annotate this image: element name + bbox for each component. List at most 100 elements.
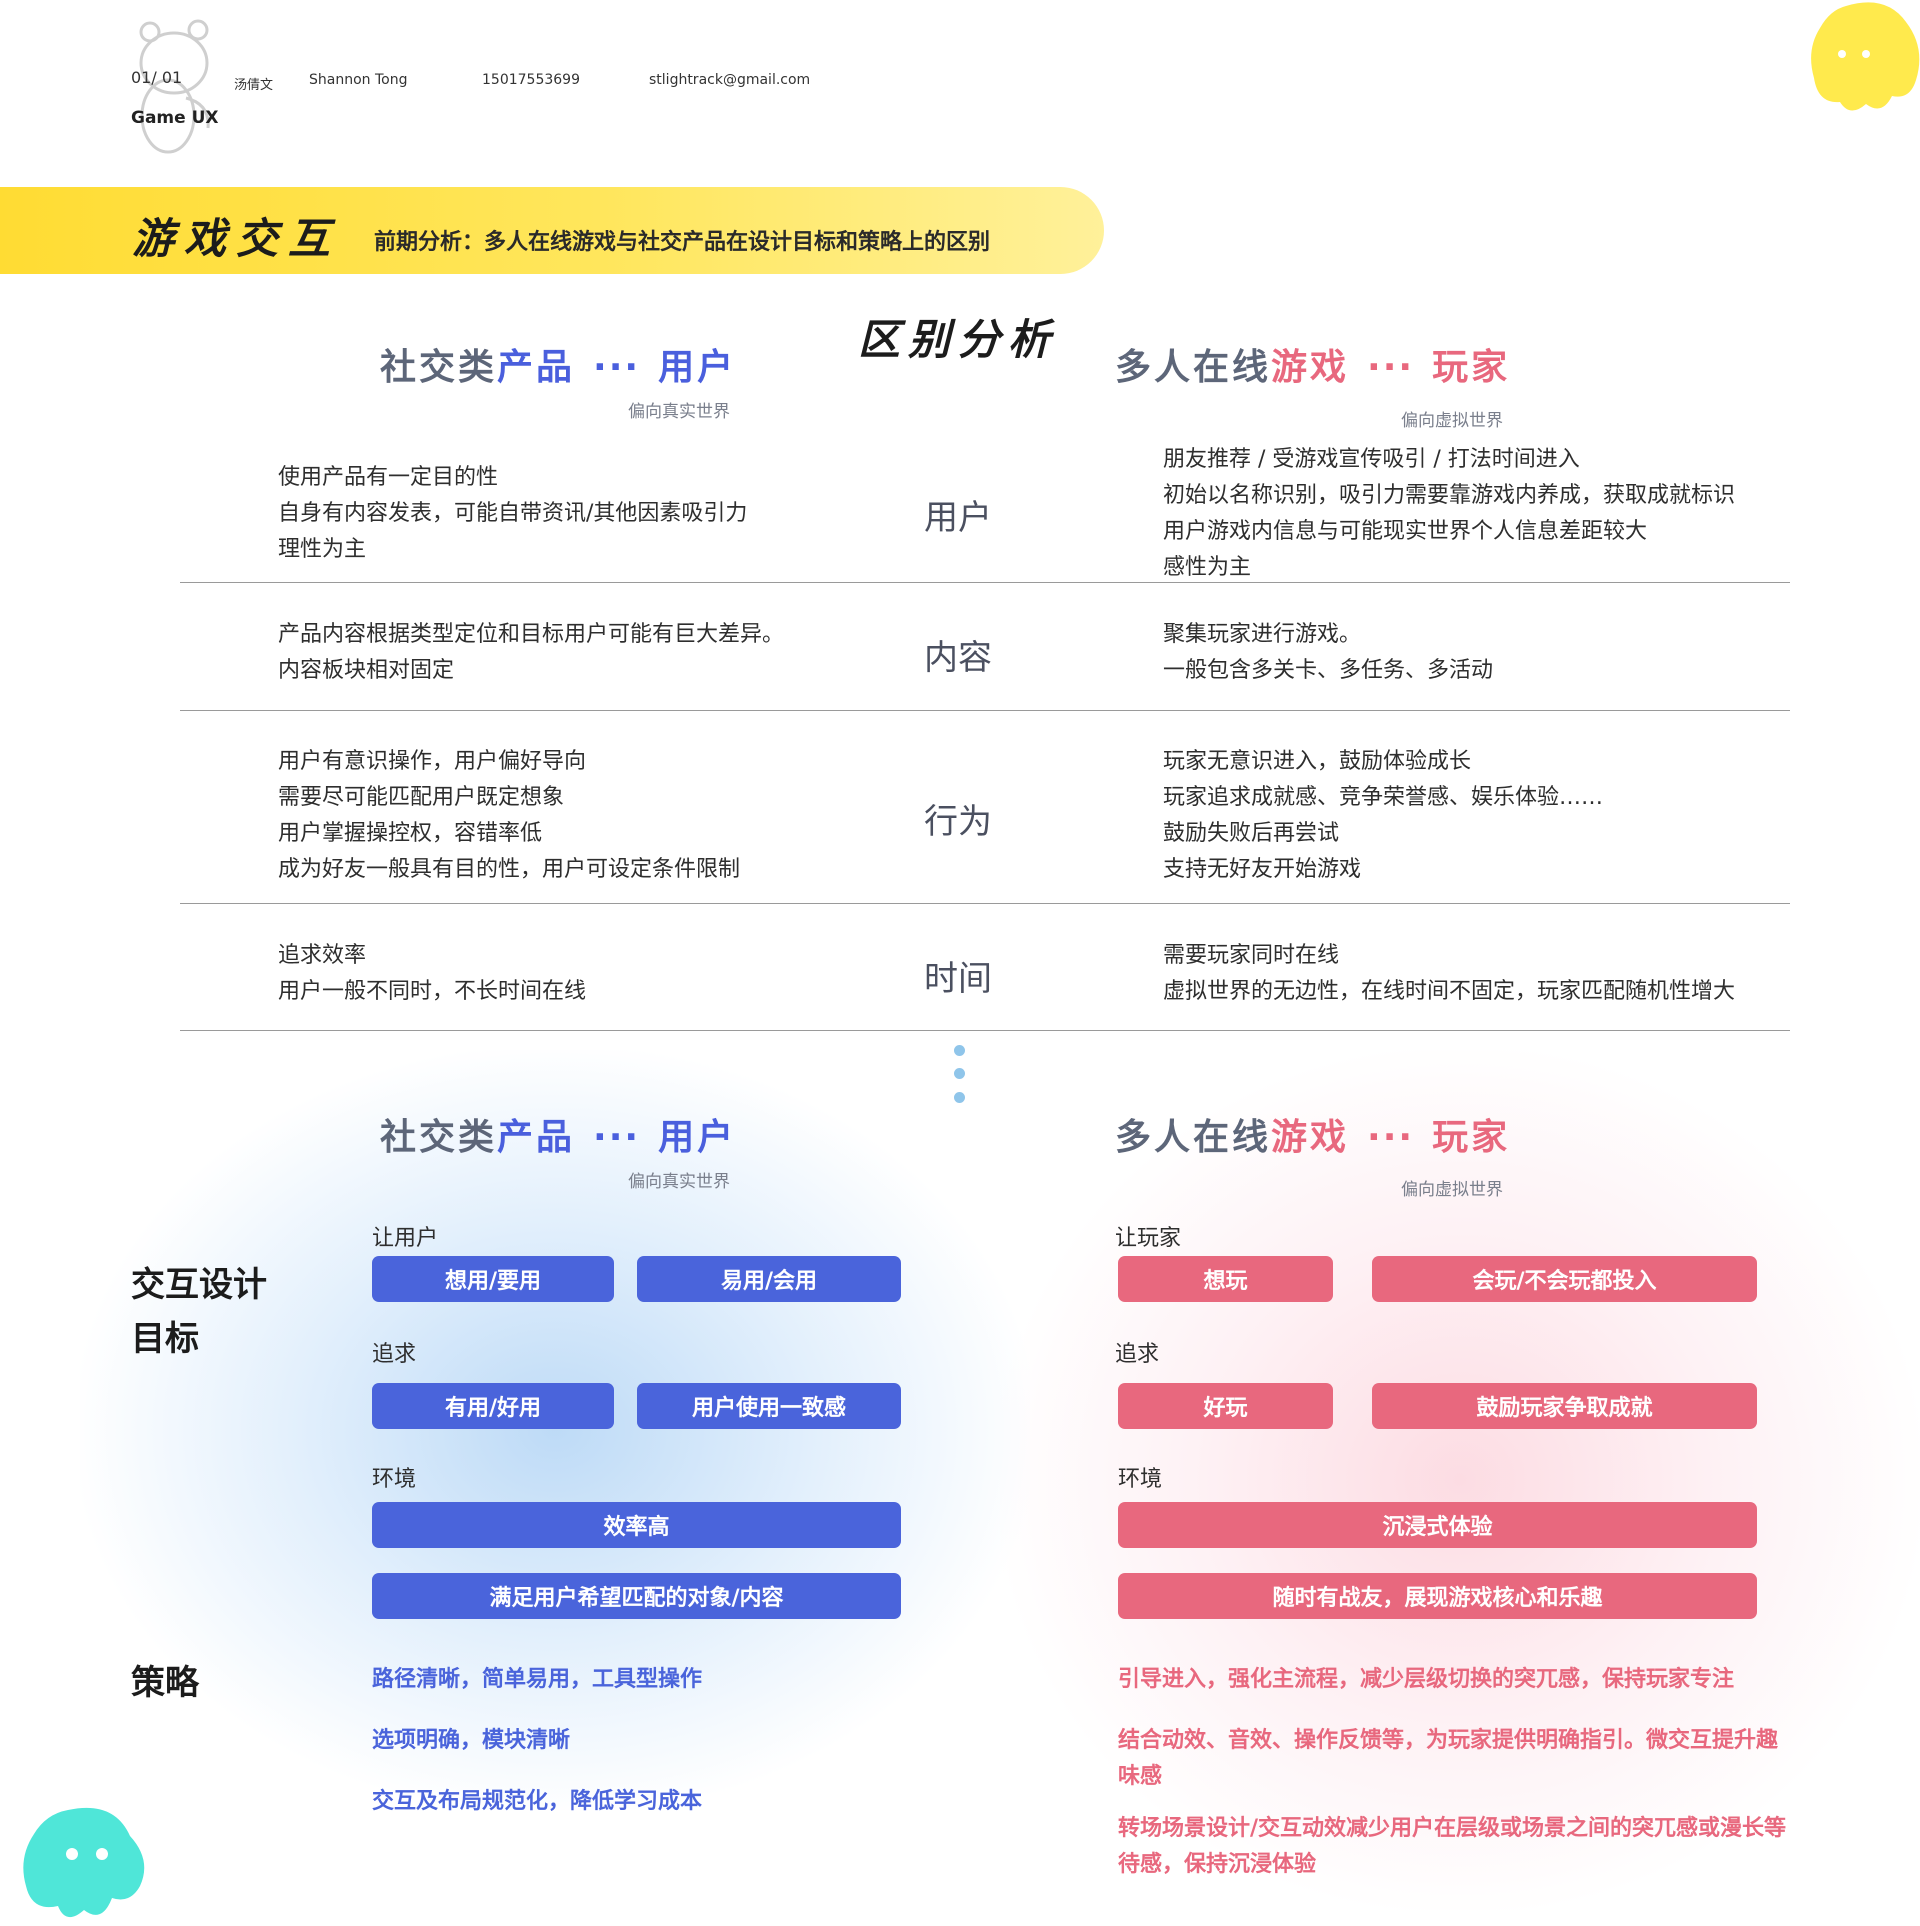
category-label: Game UX (131, 108, 219, 128)
left-column-heading-2: 社交类产品 ··· 用户 (380, 1108, 736, 1160)
text-line: 需要玩家同时在线 (1163, 943, 1340, 968)
goal-pill: 有用/好用 (372, 1383, 614, 1429)
row-divider (180, 1030, 1790, 1031)
text-line: 支持无好友开始游戏 (1163, 857, 1362, 882)
row-behavior-left: 用户有意识操作，用户偏好导向 需要尽可能匹配用户既定想象 用户掌握操控权，容错率… (278, 744, 740, 888)
left-env-label: 环境 (372, 1467, 417, 1492)
right-head-dots: ··· (1367, 1117, 1415, 1158)
left-head-b: 产品 (497, 347, 576, 388)
goal-pill: 鼓励玩家争取成就 (1372, 1383, 1757, 1429)
text-line: 用户一般不同时，不长时间在线 (278, 979, 587, 1004)
row-behavior-right: 玩家无意识进入，鼓励体验成长 玩家追求成就感、竞争荣誉感、娱乐体验…… 鼓励失败… (1163, 744, 1603, 888)
design-goals-label: 交互设计 目标 (131, 1258, 267, 1366)
right-column-heading-2: 多人在线游戏 ··· 玩家 (1115, 1108, 1510, 1160)
text-line: 朋友推荐 / 受游戏宣传吸引 / 打法时间进入 (1163, 447, 1580, 472)
row-content-right: 聚集玩家进行游戏。 一般包含多关卡、多任务、多活动 (1163, 617, 1493, 689)
left-column-subtitle: 偏向真实世界 (628, 402, 730, 422)
text-line: 玩家追求成就感、竞争荣誉感、娱乐体验…… (1163, 785, 1604, 810)
left-head-c: 用户 (658, 1117, 737, 1158)
text-line: 成为好友一般具有目的性，用户可设定条件限制 (278, 857, 741, 882)
text-line: 理性为主 (278, 537, 367, 562)
row-label-content: 内容 (924, 638, 992, 678)
bear-logo-icon (139, 19, 210, 154)
strategy-item: 结合动效、音效、操作反馈等，为玩家提供明确指引。微交互提升趣味感 (1118, 1728, 1779, 1789)
strategy-item: 路径清晰，简单易用，工具型操作 (372, 1667, 703, 1692)
text-line: 玩家无意识进入，鼓励体验成长 (1163, 749, 1472, 774)
right-let-label: 让玩家 (1115, 1226, 1182, 1251)
goal-pill: 易用/会用 (637, 1256, 901, 1302)
text-line: 需要尽可能匹配用户既定想象 (278, 785, 565, 810)
row-time-right: 需要玩家同时在线 虚拟世界的无边性，在线时间不固定，玩家匹配随机性增大 (1163, 938, 1735, 1010)
text-line: 鼓励失败后再尝试 (1163, 821, 1340, 846)
right-column-subtitle: 偏向虚拟世界 (1401, 411, 1503, 431)
author-phone: 15017553699 (482, 72, 580, 88)
section-title: 区别分析 (858, 315, 1059, 364)
left-head-b: 产品 (497, 1117, 576, 1158)
strategy-item: 交互及布局规范化，降低学习成本 (372, 1789, 703, 1814)
goal-pill: 沉浸式体验 (1118, 1502, 1757, 1548)
right-head-b: 游戏 (1271, 347, 1350, 388)
text-line: 内容板块相对固定 (278, 658, 455, 683)
text-line: 一般包含多关卡、多任务、多活动 (1163, 658, 1494, 683)
left-column-heading: 社交类产品 ··· 用户 (380, 338, 736, 390)
right-pursue-label: 追求 (1115, 1342, 1160, 1367)
strategy-item: 引导进入，强化主流程，减少层级切换的突兀感，保持玩家专注 (1118, 1667, 1735, 1692)
dot-separator (954, 1092, 965, 1103)
goal-pill: 用户使用一致感 (637, 1383, 901, 1429)
goals-label-line: 目标 (131, 1319, 199, 1359)
left-head-a: 社交类 (380, 347, 498, 388)
row-label-time: 时间 (924, 959, 992, 999)
goal-pill: 想玩 (1118, 1256, 1333, 1302)
left-head-c: 用户 (658, 347, 737, 388)
row-label-behavior: 行为 (924, 802, 992, 842)
text-line: 用户游戏内信息与可能现实世界个人信息差距较大 (1163, 519, 1648, 544)
strategy-item: 转场场景设计/交互动效减少用户在层级或场景之间的突兀感或漫长等待感，保持沉浸体验 (1118, 1816, 1787, 1877)
right-head-b: 游戏 (1271, 1117, 1350, 1158)
left-pursue-label: 追求 (372, 1342, 417, 1367)
text-line: 自身有内容发表，可能自带资讯/其他因素吸引力 (278, 501, 748, 526)
row-user-right: 朋友推荐 / 受游戏宣传吸引 / 打法时间进入 初始以名称识别，吸引力需要靠游戏… (1163, 442, 1735, 586)
page-subtitle: 前期分析：多人在线游戏与社交产品在设计目标和策略上的区别 (374, 230, 991, 255)
text-line: 聚集玩家进行游戏。 (1163, 622, 1362, 647)
page-number: 01/ 01 (131, 68, 183, 87)
text-line: 用户有意识操作，用户偏好导向 (278, 749, 587, 774)
left-head-dots: ··· (593, 1117, 641, 1158)
right-head-c: 玩家 (1432, 347, 1511, 388)
author-email: stlightrack@gmail.com (649, 72, 811, 88)
row-content-left: 产品内容根据类型定位和目标用户可能有巨大差异。 内容板块相对固定 (278, 617, 784, 689)
strategy-label: 策略 (131, 1663, 199, 1703)
right-env-label: 环境 (1118, 1467, 1163, 1492)
right-column-subtitle-2: 偏向虚拟世界 (1401, 1180, 1503, 1200)
goals-label-line: 交互设计 (131, 1265, 267, 1305)
goal-pill: 好玩 (1118, 1383, 1333, 1429)
goal-pill: 随时有战友，展现游戏核心和乐趣 (1118, 1573, 1757, 1619)
author-name-cn: 汤倩文 (234, 78, 274, 93)
dot-separator (954, 1045, 965, 1056)
dot-separator (954, 1068, 965, 1079)
text-line: 追求效率 (278, 943, 367, 968)
text-line: 用户掌握操控权，容错率低 (278, 821, 543, 846)
goal-pill: 想用/要用 (372, 1256, 614, 1302)
author-name-en: Shannon Tong (309, 72, 408, 88)
goal-pill: 效率高 (372, 1502, 901, 1548)
strategy-item: 选项明确，模块清晰 (372, 1728, 571, 1753)
row-user-left: 使用产品有一定目的性 自身有内容发表，可能自带资讯/其他因素吸引力 理性为主 (278, 460, 747, 568)
text-line: 产品内容根据类型定位和目标用户可能有巨大差异。 (278, 622, 785, 647)
row-divider (180, 710, 1790, 711)
right-head-a: 多人在线 (1115, 1117, 1272, 1158)
text-line: 初始以名称识别，吸引力需要靠游戏内养成，获取成就标识 (1163, 483, 1736, 508)
text-line: 使用产品有一定目的性 (278, 465, 499, 490)
left-head-a: 社交类 (380, 1117, 498, 1158)
goal-pill: 会玩/不会玩都投入 (1372, 1256, 1757, 1302)
left-head-dots: ··· (593, 347, 641, 388)
cyan-blob-mascot-icon (23, 1807, 145, 1918)
row-divider (180, 582, 1790, 583)
text-line: 感性为主 (1163, 555, 1252, 580)
text-line: 虚拟世界的无边性，在线时间不固定，玩家匹配随机性增大 (1163, 979, 1736, 1004)
goal-pill: 满足用户希望匹配的对象/内容 (372, 1573, 901, 1619)
row-label-user: 用户 (924, 498, 992, 538)
left-column-subtitle-2: 偏向真实世界 (628, 1172, 730, 1192)
page-title: 游戏交互 (132, 214, 341, 263)
row-divider (180, 903, 1790, 904)
right-head-a: 多人在线 (1115, 347, 1272, 388)
